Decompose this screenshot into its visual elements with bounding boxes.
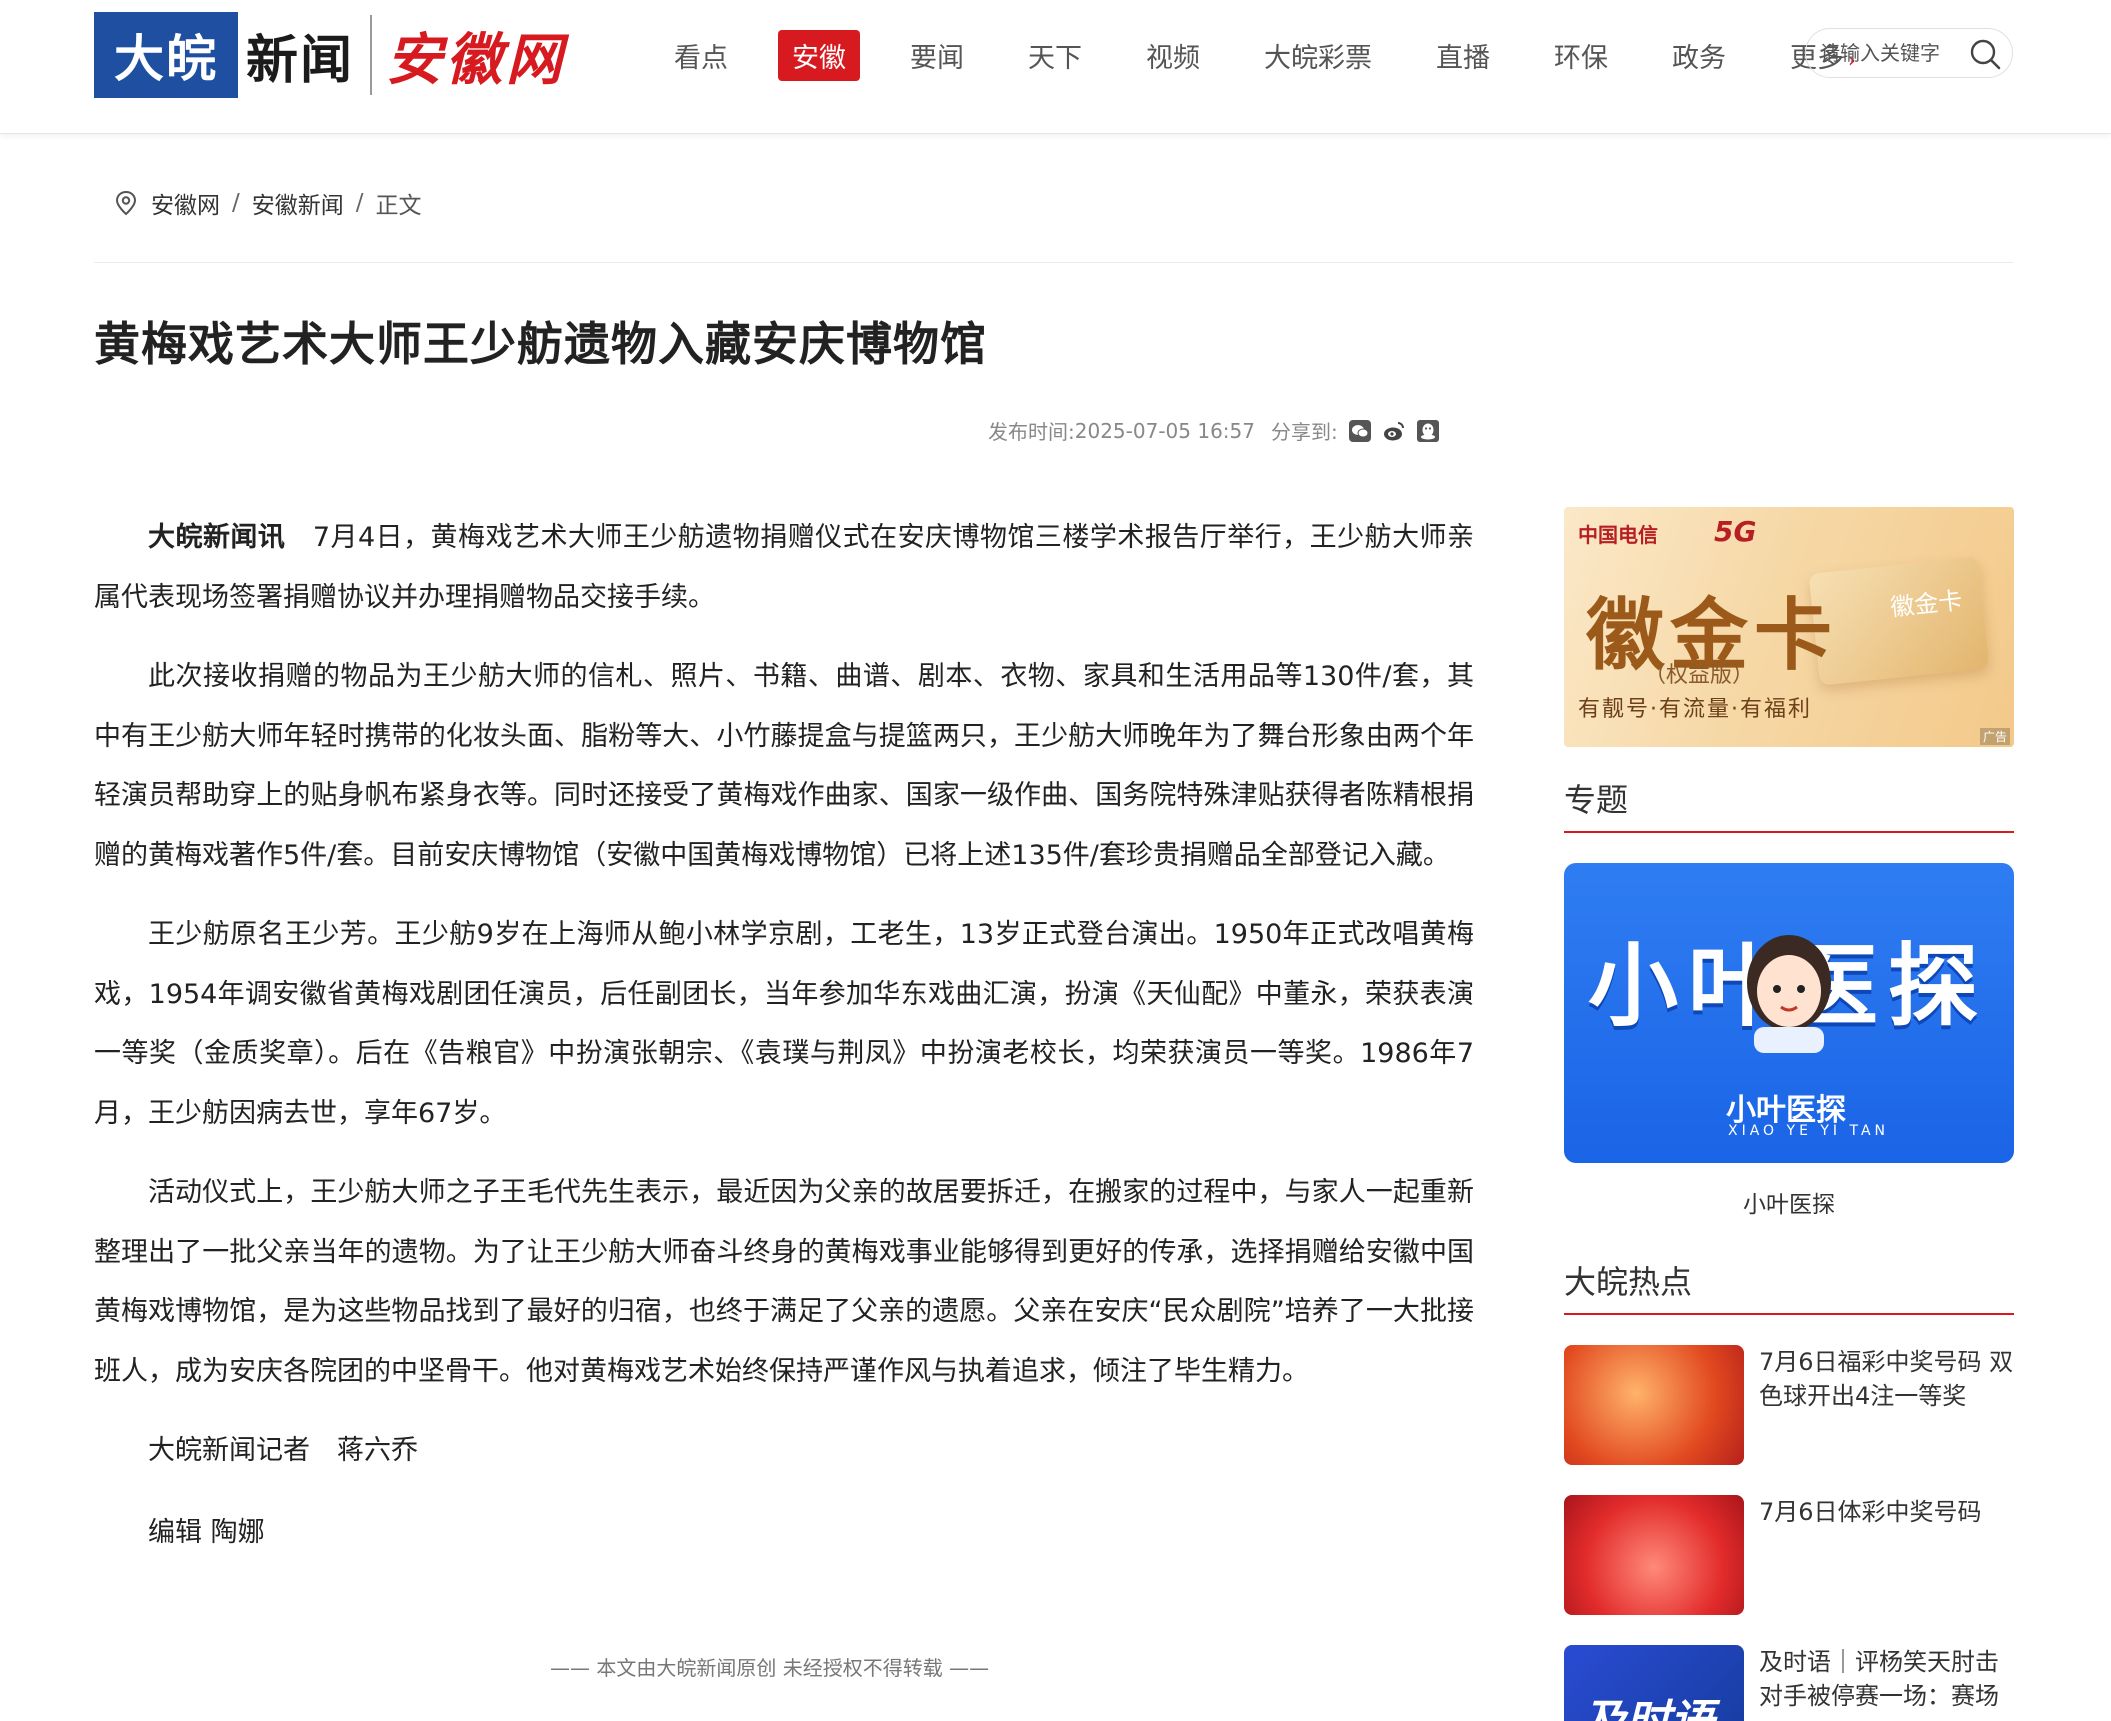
search-box (1805, 28, 2013, 78)
ad-badge: 5G (1714, 515, 1757, 548)
ad-label: 广告 (1979, 728, 2010, 745)
logo-box: 大皖 (94, 12, 238, 98)
ad-brand: 中国电信 (1578, 523, 1658, 547)
hot-item[interactable]: 及时语 及时语｜评杨笑天肘击对手被停赛一场：赛场 (1564, 1645, 2014, 1721)
paragraph-text: 7月4日，黄梅戏艺术大师王少舫遗物捐赠仪式在安庆博物馆三楼学术报告厅举行，王少舫… (94, 522, 1475, 613)
article-paragraph: 活动仪式上，王少舫大师之子王毛代先生表示，最近因为父亲的故居要拆迁，在搬家的过程… (94, 1177, 1474, 1387)
article-meta: 发布时间: 2025-07-05 16:57 分享到: (988, 416, 1440, 445)
location-pin-icon (115, 190, 137, 216)
article-editor: 编辑 陶娜 (148, 1516, 265, 1548)
article-body: 大皖新闻讯 7月4日，黄梅戏艺术大师王少舫遗物捐赠仪式在安庆博物馆三楼学术报告厅… (94, 508, 1474, 1584)
breadcrumb-home[interactable]: 安徽网 (151, 186, 220, 220)
publish-time: 2025-07-05 16:57 (1074, 418, 1255, 443)
topic-banner[interactable]: 小叶医探 小叶医探 XIAO YE YI TAN (1564, 863, 2014, 1163)
nav-item-tianxia[interactable]: 天下 (1014, 30, 1096, 81)
hot-item-title: 及时语｜评杨笑天肘击对手被停赛一场：赛场 (1759, 1648, 1999, 1710)
divider (94, 262, 2013, 263)
article-title: 黄梅戏艺术大师王少舫遗物入藏安庆博物馆 (94, 317, 987, 371)
site-logo[interactable]: 大皖 新闻 安徽网 (94, 12, 566, 98)
hot-item[interactable]: 7月6日体彩中奖号码 (1564, 1495, 2014, 1615)
hot-item-thumbnail (1564, 1345, 1744, 1465)
copyright-note: —— 本文由大皖新闻原创 未经授权不得转载 —— (550, 1656, 990, 1680)
publish-label: 发布时间: (988, 420, 1075, 444)
nav-item-lottery[interactable]: 大皖彩票 (1250, 30, 1386, 81)
hot-thumb-text: 及时语 (1582, 1685, 1714, 1721)
breadcrumb-current: 正文 (375, 193, 422, 219)
search-icon[interactable] (1968, 37, 2002, 71)
nav-item-yaowen[interactable]: 要闻 (896, 30, 978, 81)
logo-text: 新闻 (246, 30, 355, 91)
breadcrumb-section[interactable]: 安徽新闻 (252, 186, 344, 220)
article-paragraph: 王少舫原名王少芳。王少舫9岁在上海师从鲍小林学京剧，工老生，13岁正式登台演出。… (94, 919, 1474, 1129)
article-reporter: 大皖新闻记者 蒋六乔 (148, 1435, 418, 1466)
nav-item-zhibo[interactable]: 直播 (1422, 30, 1504, 81)
wechat-icon[interactable] (1348, 419, 1372, 443)
qq-icon[interactable] (1416, 419, 1440, 443)
hot-item-title: 7月6日福彩中奖号码 双色球开出4注一等奖 (1759, 1348, 2014, 1410)
search-input[interactable] (1820, 41, 1970, 65)
weibo-icon[interactable] (1382, 419, 1406, 443)
topic-logo-en: XIAO YE YI TAN (1728, 1123, 1890, 1139)
logo-script: 安徽网 (386, 26, 567, 93)
ad-banner[interactable]: 中国电信 5G 徽金卡 徽金卡 （权益版） 有靓号·有流量·有福利 广告 (1564, 507, 2014, 747)
article-paragraph: 大皖新闻讯 7月4日，黄梅戏艺术大师王少舫遗物捐赠仪式在安庆博物馆三楼学术报告厅… (94, 508, 1474, 627)
ad-subtitle: （权益版） (1644, 663, 1755, 688)
hot-item[interactable]: 7月6日福彩中奖号码 双色球开出4注一等奖 (1564, 1345, 2014, 1465)
topic-caption[interactable]: 小叶医探 (1564, 1185, 2014, 1219)
article-paragraph: 此次接收捐赠的物品为王少舫大师的信札、照片、书籍、曲谱、剧本、衣物、家具和生活用… (94, 661, 1474, 871)
hot-heading: 大皖热点 (1564, 1257, 2014, 1315)
breadcrumb-separator: / (355, 190, 364, 216)
hot-item-thumbnail: 及时语 (1564, 1645, 1744, 1721)
breadcrumb-separator: / (232, 190, 240, 216)
nav-item-shipin[interactable]: 视频 (1132, 30, 1214, 81)
nav-item-kandian[interactable]: 看点 (660, 30, 742, 81)
doctor-avatar-icon (1747, 935, 1831, 1053)
hot-item-thumbnail (1564, 1495, 1744, 1615)
article-lead: 大皖新闻讯 (148, 522, 286, 553)
nav-item-zhengwu[interactable]: 政务 (1658, 30, 1740, 81)
topics-heading: 专题 (1564, 775, 2014, 833)
logo-separator (370, 15, 373, 95)
ad-tagline: 有靓号·有流量·有福利 (1578, 697, 1812, 722)
sidebar: 中国电信 5G 徽金卡 徽金卡 （权益版） 有靓号·有流量·有福利 广告 专题 … (1564, 507, 2014, 1721)
nav-item-anhui[interactable]: 安徽 (778, 30, 860, 81)
nav-item-huanbao[interactable]: 环保 (1540, 30, 1622, 81)
share-label: 分享到: (1270, 420, 1338, 444)
site-header: 大皖 新闻 安徽网 看点 安徽 要闻 天下 视频 大皖彩票 直播 环保 政务 更… (0, 0, 2111, 134)
hot-item-title: 7月6日体彩中奖号码 (1759, 1498, 1982, 1526)
breadcrumb: 安徽网 / 安徽新闻 / 正文 (115, 186, 422, 220)
ad-card-text: 徽金卡 (1889, 586, 1964, 622)
main-nav: 看点 安徽 要闻 天下 视频 大皖彩票 直播 环保 政务 更多 › (660, 30, 1870, 81)
